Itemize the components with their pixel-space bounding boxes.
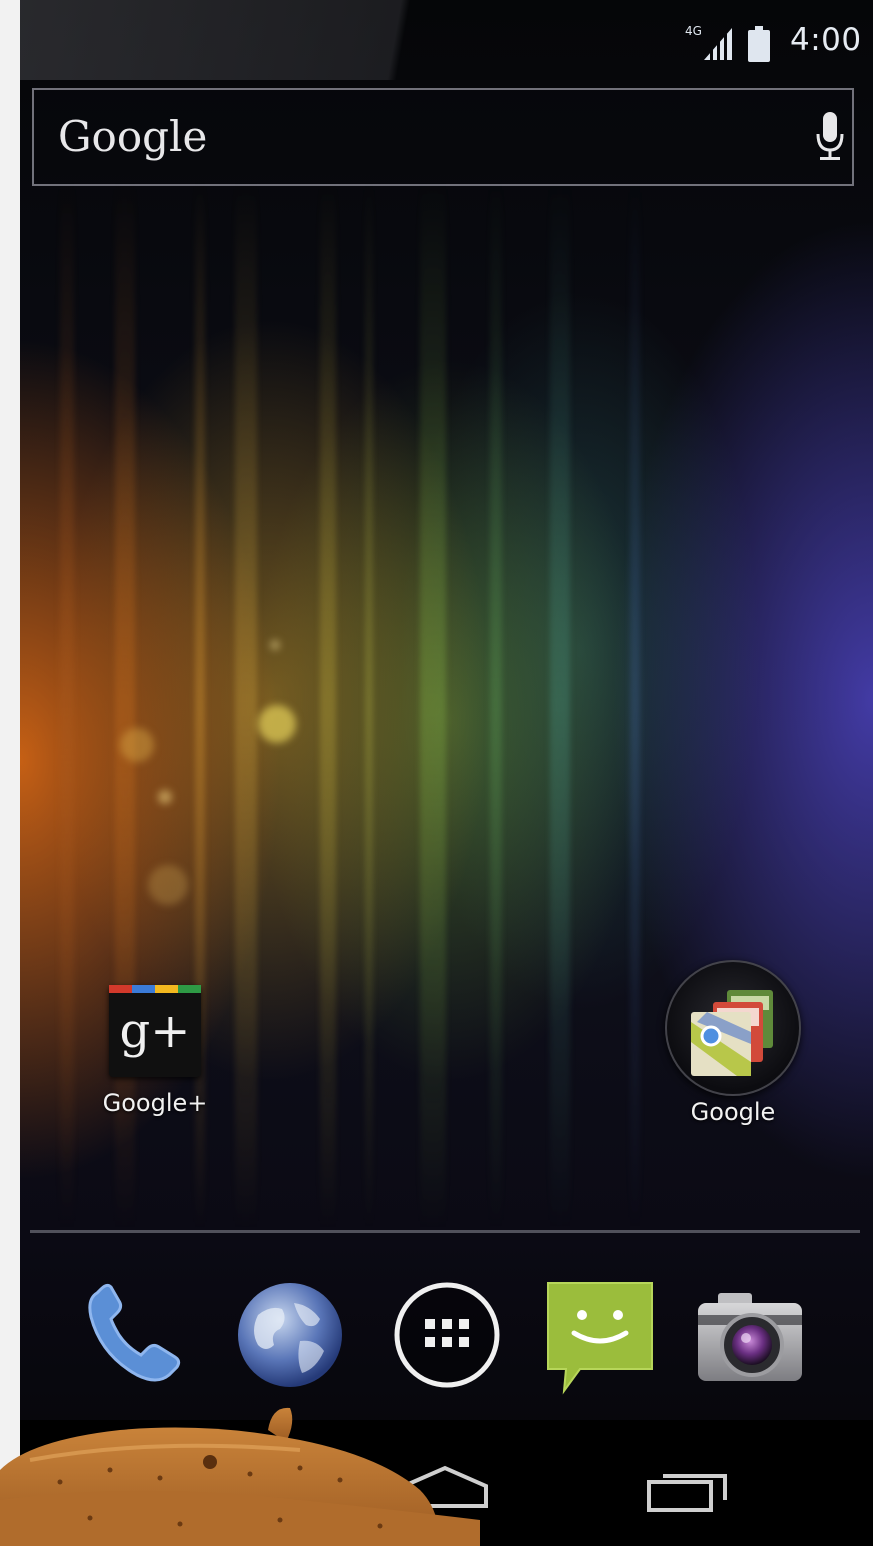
app-google-plus[interactable]: g+ Google+ [80,985,230,1117]
microphone-icon[interactable] [816,112,844,162]
wallpaper-streak [320,180,336,1230]
home-screen: 4G 4:00 Google g+ Google+ Google [20,0,873,1546]
wallpaper-bokeh [158,790,172,804]
google-plus-glyph: g+ [119,1003,191,1059]
wallpaper-streak [365,180,373,1230]
wallpaper-streak [550,180,570,1230]
google-plus-icon[interactable]: g+ [109,985,201,1077]
folder-app-previews [691,990,773,1076]
clock: 4:00 [790,22,862,58]
all-apps-icon[interactable] [387,1275,507,1395]
app-label: Google [690,1098,776,1126]
camera-icon[interactable] [690,1275,810,1395]
wallpaper-streak [60,180,74,1230]
google-folder-icon[interactable] [665,960,801,1096]
wallpaper-bokeh [270,640,280,650]
dock [20,1265,873,1405]
google-logo[interactable]: Google [58,112,207,161]
battery-icon [748,26,770,62]
ice-cream-sandwich-mascot [0,1407,480,1546]
signal-icon [704,28,732,60]
messaging-icon[interactable] [540,1275,660,1395]
wallpaper-streak [235,180,257,1230]
recent-apps-icon[interactable] [645,1468,731,1512]
dock-divider [30,1230,860,1233]
app-label: Google+ [102,1089,208,1117]
wallpaper-bokeh [120,728,154,762]
status-bar: 4G 4:00 [20,0,873,80]
google-plus-stripe [109,985,201,993]
phone-icon[interactable] [75,1275,195,1395]
wallpaper-streak [420,180,446,1230]
wallpaper-streak [630,180,640,1230]
folder-google[interactable]: Google [658,960,808,1126]
wallpaper-bokeh [258,705,296,743]
wallpaper-bokeh [148,865,188,905]
wallpaper-streak [490,180,502,1230]
browser-globe-icon[interactable] [230,1275,350,1395]
google-search-bar[interactable]: Google [32,88,854,186]
